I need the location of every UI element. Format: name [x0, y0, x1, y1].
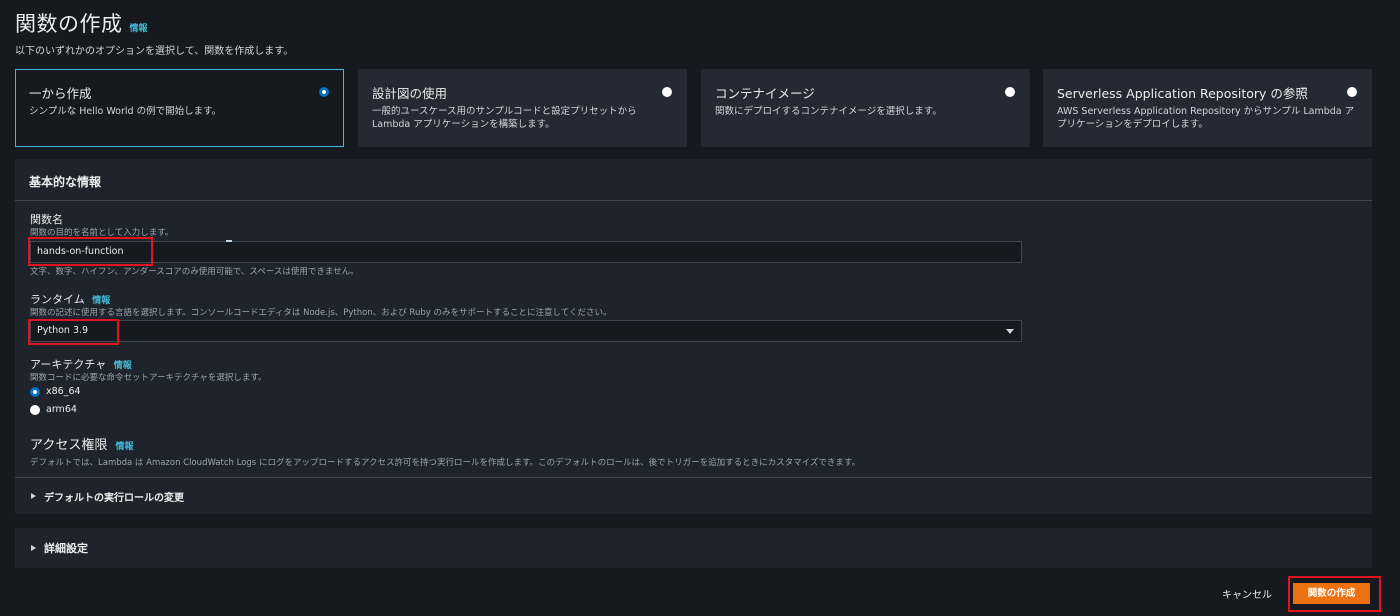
highlight-box: [1288, 576, 1381, 612]
cancel-button[interactable]: キャンセル: [1222, 586, 1272, 601]
option-serverless-repo[interactable]: Serverless Application Repository の参照 AW…: [1043, 69, 1372, 147]
chevron-down-icon: [1006, 329, 1014, 334]
option-description: シンプルな Hello World の例で開始します。: [29, 106, 222, 117]
radio-icon[interactable]: [30, 404, 40, 415]
runtime-label: ランタイム: [30, 293, 85, 306]
execution-role-expander[interactable]: デフォルトの実行ロールの変更: [15, 477, 1372, 514]
radio-icon[interactable]: [1347, 87, 1357, 97]
advanced-settings-expander[interactable]: 詳細設定: [15, 528, 1372, 568]
function-name-input[interactable]: hands-on-function: [30, 241, 1022, 263]
architecture-label-row: アーキテクチャ 情報: [30, 356, 132, 372]
panel-title: 基本的な情報: [29, 175, 102, 189]
option-title: 一から作成: [29, 86, 92, 101]
option-container-image[interactable]: コンテナイメージ 関数にデプロイするコンテナイメージを選択します。: [701, 69, 1030, 147]
panel-header: 基本的な情報: [15, 159, 1372, 201]
runtime-select-value: Python 3.9: [37, 325, 89, 336]
radio-selected-icon[interactable]: [319, 87, 329, 97]
permissions-hint: デフォルトでは、Lambda は Amazon CloudWatch Logs …: [30, 458, 861, 468]
page-header: 関数の作成 情報: [15, 8, 148, 38]
architecture-label: アーキテクチャ: [30, 358, 107, 371]
permissions-label-row: アクセス権限 情報: [30, 434, 134, 453]
function-name-hint: 関数の目的を名前として入力します。: [30, 228, 174, 238]
architecture-info-link[interactable]: 情報: [114, 361, 132, 371]
runtime-hint: 関数の記述に使用する言語を選択します。コンソールコードエディタは Node.js…: [30, 308, 612, 318]
option-use-blueprint[interactable]: 設計図の使用 一般的ユースケース用のサンプルコードと設定プリセットから Lamb…: [358, 69, 687, 147]
radio-icon[interactable]: [662, 87, 672, 97]
architecture-option-arm64[interactable]: arm64: [30, 404, 77, 415]
basic-info-panel: 基本的な情報 関数名 関数の目的を名前として入力します。 hands-on-fu…: [15, 159, 1372, 514]
caret-right-icon: [31, 493, 36, 499]
footer-actions: キャンセル 関数の作成: [1000, 576, 1400, 612]
runtime-select[interactable]: Python 3.9: [30, 320, 1022, 342]
architecture-option-label: x86_64: [46, 386, 81, 397]
function-name-label: 関数名: [30, 213, 63, 226]
radio-selected-icon[interactable]: [30, 386, 40, 397]
option-description: 一般的ユースケース用のサンプルコードと設定プリセットから Lambda アプリケ…: [372, 106, 637, 130]
option-description: AWS Serverless Application Repository から…: [1057, 106, 1355, 130]
architecture-hint: 関数コードに必要な命令セットアーキテクチャを選択します。: [30, 373, 267, 383]
permissions-label: アクセス権限: [30, 438, 108, 453]
advanced-settings-panel: 詳細設定: [15, 528, 1372, 568]
option-title: 設計図の使用: [372, 86, 448, 101]
permissions-info-link[interactable]: 情報: [116, 442, 134, 452]
expander-label: デフォルトの実行ロールの変更: [44, 492, 184, 504]
expander-label: 詳細設定: [44, 542, 88, 555]
radio-icon[interactable]: [1005, 87, 1015, 97]
page-title: 関数の作成: [15, 12, 123, 36]
option-title: コンテナイメージ: [715, 86, 815, 101]
function-name-constraint: 文字、数字、ハイフン、アンダースコアのみ使用可能で、スペースは使用できません。: [30, 267, 359, 277]
create-function-page: 関数の作成 情報 以下のいずれかのオプションを選択して、関数を作成します。 一か…: [0, 0, 1400, 616]
caret-right-icon: [31, 545, 36, 551]
architecture-option-x86[interactable]: x86_64: [30, 386, 81, 397]
architecture-option-label: arm64: [46, 404, 77, 415]
cursor-mark: [226, 240, 232, 242]
info-link[interactable]: 情報: [130, 21, 148, 34]
option-author-from-scratch[interactable]: 一から作成 シンプルな Hello World の例で開始します。: [15, 69, 344, 147]
runtime-info-link[interactable]: 情報: [92, 296, 110, 306]
creation-options: 一から作成 シンプルな Hello World の例で開始します。 設計図の使用…: [15, 69, 1372, 147]
runtime-label-row: ランタイム 情報: [30, 291, 110, 307]
option-description: 関数にデプロイするコンテナイメージを選択します。: [715, 106, 942, 117]
option-title: Serverless Application Repository の参照: [1057, 86, 1308, 101]
page-subtitle: 以下のいずれかのオプションを選択して、関数を作成します。: [15, 46, 294, 57]
